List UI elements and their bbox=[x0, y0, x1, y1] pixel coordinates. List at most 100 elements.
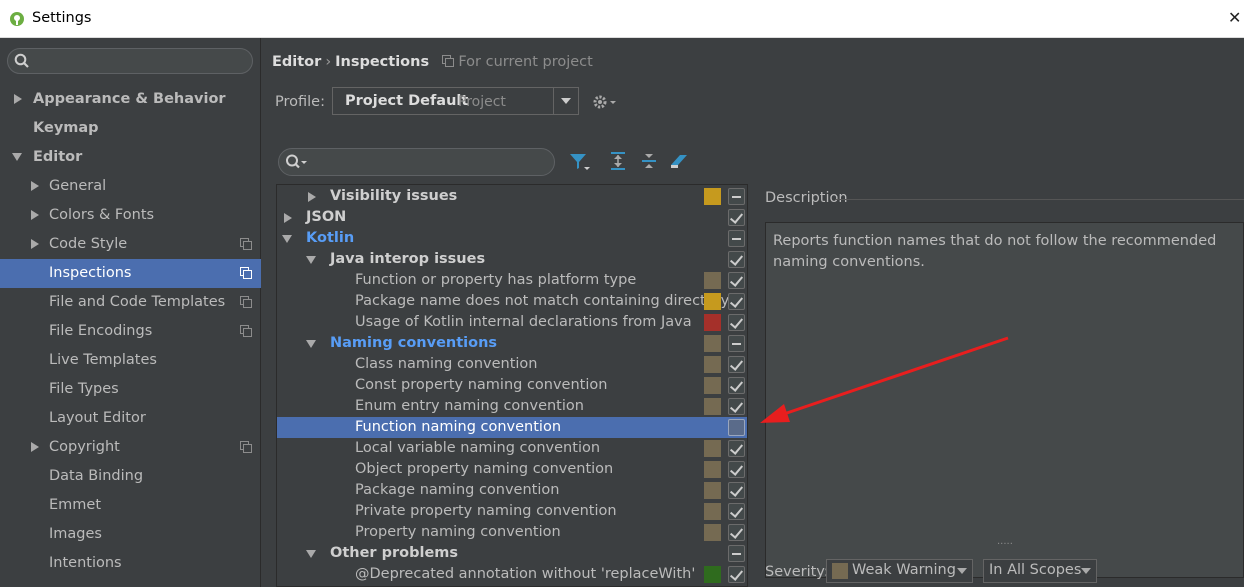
profile-scope: Project bbox=[458, 94, 506, 110]
sidebar-item-label: General bbox=[49, 178, 107, 194]
tree-row-label: JSON bbox=[306, 209, 347, 225]
profile-label: Profile: bbox=[275, 94, 325, 110]
search-icon bbox=[14, 53, 29, 68]
sidebar-search-input[interactable] bbox=[7, 48, 253, 74]
expand-arrow-icon[interactable] bbox=[283, 213, 293, 223]
sidebar-item-file-types[interactable]: File Types bbox=[0, 375, 261, 404]
tree-row-other-problems[interactable]: Other problems bbox=[277, 543, 747, 564]
inspection-checkbox[interactable] bbox=[728, 314, 745, 331]
tree-row-inspection[interactable]: Class naming convention bbox=[277, 354, 747, 375]
tree-row-inspection[interactable]: Usage of Kotlin internal declarations fr… bbox=[277, 312, 747, 333]
inspection-checkbox[interactable] bbox=[728, 440, 745, 457]
expand-arrow-icon[interactable] bbox=[307, 192, 317, 202]
tree-row-visibility-issues[interactable]: Visibility issues bbox=[277, 186, 747, 207]
tree-row-inspection[interactable]: Package naming convention bbox=[277, 480, 747, 501]
sidebar-item-label: Images bbox=[49, 526, 102, 542]
tree-row-label: Object property naming convention bbox=[355, 461, 614, 477]
expand-arrow-icon bbox=[31, 239, 39, 249]
sidebar-item-live-templates[interactable]: Live Templates bbox=[0, 346, 261, 375]
sidebar-item-keymap[interactable]: Keymap bbox=[0, 114, 261, 143]
sidebar-item-code-style[interactable]: Code Style bbox=[0, 230, 261, 259]
tree-row-inspection[interactable]: Local variable naming convention bbox=[277, 438, 747, 459]
sidebar-item-copyright[interactable]: Copyright bbox=[0, 433, 261, 462]
gear-icon[interactable] bbox=[591, 92, 617, 112]
tree-row-inspection[interactable]: @Deprecated annotation without 'replaceW… bbox=[277, 564, 747, 585]
breadcrumb-inspections: Inspections bbox=[335, 54, 430, 70]
profile-dropdown-button[interactable] bbox=[553, 88, 578, 114]
sidebar-item-emmet[interactable]: Emmet bbox=[0, 491, 261, 520]
tree-row-function-naming-selected[interactable]: Function naming convention bbox=[277, 417, 747, 438]
expand-arrow-icon bbox=[31, 210, 39, 220]
sidebar-item-file-encodings[interactable]: File Encodings bbox=[0, 317, 261, 346]
inspection-checkbox[interactable] bbox=[728, 272, 745, 289]
chevron-down-icon bbox=[1081, 568, 1091, 574]
sidebar-item-inspections[interactable]: Inspections bbox=[0, 259, 261, 288]
inspection-checkbox[interactable] bbox=[728, 293, 745, 310]
tree-row-inspection[interactable]: Object property naming convention bbox=[277, 459, 747, 480]
tree-row-label: Function or property has platform type bbox=[355, 272, 637, 288]
expand-all-icon[interactable] bbox=[608, 151, 628, 171]
sidebar-item-label: File Encodings bbox=[49, 323, 153, 339]
sidebar-item-intentions[interactable]: Intentions bbox=[0, 549, 261, 578]
tree-row-inspection[interactable]: Enum entry naming convention bbox=[277, 396, 747, 417]
inspection-checkbox[interactable] bbox=[728, 209, 745, 226]
reset-eraser-icon[interactable] bbox=[668, 151, 690, 171]
inspection-search-input[interactable] bbox=[278, 148, 555, 176]
tree-row-label: @Deprecated annotation without 'replaceW… bbox=[355, 566, 698, 582]
tree-row-inspection[interactable]: Property naming convention bbox=[277, 522, 747, 543]
inspection-checkbox[interactable] bbox=[728, 503, 745, 520]
tree-row-inspection[interactable]: Package name does not match containing d… bbox=[277, 291, 747, 312]
sidebar-item-file-code-templates[interactable]: File and Code Templates bbox=[0, 288, 261, 317]
tree-row-kotlin[interactable]: Kotlin bbox=[277, 228, 747, 249]
collapse-arrow-icon[interactable] bbox=[306, 339, 316, 349]
tree-row-label: Package name does not match containing d… bbox=[355, 293, 730, 309]
inspection-checkbox[interactable] bbox=[728, 566, 745, 583]
project-scope-icon bbox=[240, 441, 252, 453]
inspection-checkbox[interactable] bbox=[728, 188, 745, 205]
description-text: Reports function names that do not follo… bbox=[773, 233, 1217, 270]
close-icon[interactable]: ✕ bbox=[1228, 8, 1244, 27]
chevron-down-icon bbox=[957, 568, 967, 574]
breadcrumb-separator: › bbox=[325, 54, 332, 70]
collapse-arrow-icon[interactable] bbox=[282, 234, 292, 244]
inspection-checkbox[interactable] bbox=[728, 419, 745, 436]
collapse-arrow-icon[interactable] bbox=[306, 255, 316, 265]
collapse-arrow-icon[interactable] bbox=[306, 549, 316, 559]
tree-row-inspection[interactable]: Function or property has platform type bbox=[277, 270, 747, 291]
collapse-all-icon[interactable] bbox=[639, 151, 659, 171]
severity-swatch bbox=[704, 482, 721, 499]
profile-dropdown[interactable]: Project Default Project bbox=[332, 87, 579, 115]
sidebar-item-layout-editor[interactable]: Layout Editor bbox=[0, 404, 261, 433]
sidebar-item-colors-fonts[interactable]: Colors & Fonts bbox=[0, 201, 261, 230]
chevron-down-icon bbox=[561, 98, 571, 104]
tree-row-label: Other problems bbox=[330, 545, 459, 561]
inspection-checkbox[interactable] bbox=[728, 545, 745, 562]
sidebar-item-editor[interactable]: Editor bbox=[0, 143, 261, 172]
inspection-checkbox[interactable] bbox=[728, 251, 745, 268]
sidebar-item-data-binding[interactable]: Data Binding bbox=[0, 462, 261, 491]
tree-row-inspection[interactable]: Const property naming convention bbox=[277, 375, 747, 396]
severity-dropdown[interactable]: Weak Warning bbox=[826, 559, 973, 583]
android-studio-icon bbox=[10, 12, 24, 26]
inspection-checkbox[interactable] bbox=[728, 461, 745, 478]
inspection-checkbox[interactable] bbox=[728, 377, 745, 394]
sidebar-item-appearance-behavior[interactable]: Appearance & Behavior bbox=[0, 85, 261, 114]
splitter-grip[interactable]: ..... bbox=[997, 536, 1013, 547]
inspection-checkbox[interactable] bbox=[728, 356, 745, 373]
inspection-checkbox[interactable] bbox=[728, 230, 745, 247]
tree-row-json[interactable]: JSON bbox=[277, 207, 747, 228]
inspection-checkbox[interactable] bbox=[728, 524, 745, 541]
severity-swatch bbox=[704, 272, 721, 289]
inspection-checkbox[interactable] bbox=[728, 482, 745, 499]
sidebar-item-general[interactable]: General bbox=[0, 172, 261, 201]
inspection-checkbox[interactable] bbox=[728, 398, 745, 415]
inspection-checkbox[interactable] bbox=[728, 335, 745, 352]
tree-row-label: Naming conventions bbox=[330, 335, 498, 351]
tree-row-naming-conventions[interactable]: Naming conventions bbox=[277, 333, 747, 354]
expand-arrow-icon bbox=[31, 442, 39, 452]
scope-dropdown[interactable]: In All Scopes bbox=[983, 559, 1097, 583]
tree-row-java-interop[interactable]: Java interop issues bbox=[277, 249, 747, 270]
tree-row-inspection[interactable]: Private property naming convention bbox=[277, 501, 747, 522]
sidebar-item-images[interactable]: Images bbox=[0, 520, 261, 549]
filter-icon[interactable] bbox=[568, 151, 592, 173]
